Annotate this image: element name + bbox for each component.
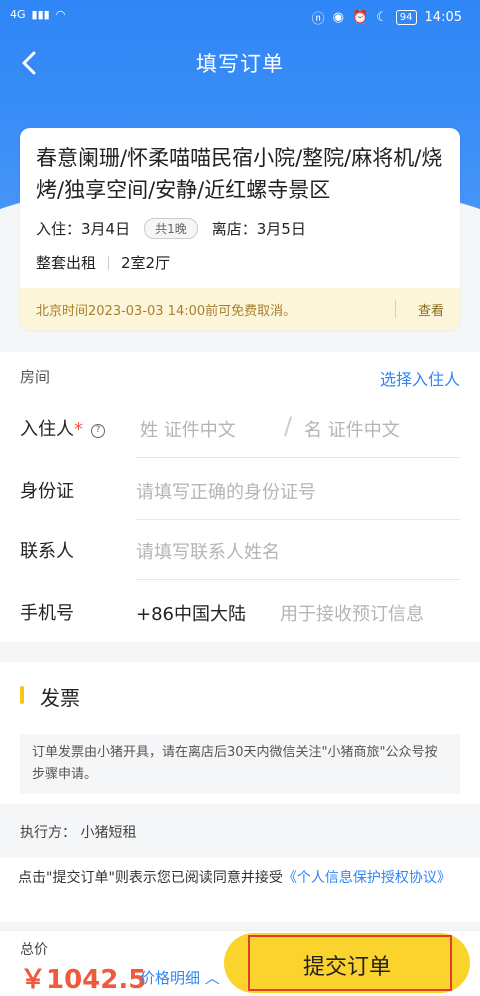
country-code-select[interactable]: +86中国大陆 xyxy=(136,600,246,626)
checkout-bar: 总价 ￥1042.5 价格明细 ︿ 提交订单 xyxy=(0,930,480,996)
navigation-bar: 填写订单 xyxy=(0,36,480,90)
contact-name-input[interactable]: 请填写联系人姓名 xyxy=(136,538,280,564)
signal-icon: ▮▮▮ xyxy=(31,8,50,21)
status-bar: 4G ▮▮▮ ◠ ⓝ ◉ ⏰ ☾ 94 14:05 xyxy=(0,0,480,36)
contact-row: 联系人 请填写联系人姓名 xyxy=(0,520,480,580)
total-price: ￥1042.5 xyxy=(20,965,147,995)
guest-row: 入住人*? 姓 证件中文 / 名 证件中文 xyxy=(0,398,480,458)
divider xyxy=(136,579,460,580)
divider xyxy=(395,300,396,318)
divider xyxy=(108,255,110,270)
guest-label: 入住人*? xyxy=(20,415,105,441)
view-policy-link[interactable]: 查看 xyxy=(418,300,444,319)
invoice-title: 发票 xyxy=(40,686,80,710)
guest-form: 房间 选择入住人 入住人*? 姓 证件中文 / 名 证件中文 身份证 请填写正确… xyxy=(0,352,480,642)
checkout-date: 离店：3月5日 xyxy=(211,220,306,238)
invoice-section: 发票 订单发票由小猪开具，请在离店后30天内微信关注"小猪商旅"公众号按步骤申请… xyxy=(0,662,480,804)
given-name-input[interactable]: 名 证件中文 xyxy=(304,416,400,442)
hotel-card: 春意阑珊/怀柔喵喵民宿小院/整院/麻将机/烧烤/独享空间/安静/近红螺寺景区 入… xyxy=(20,128,460,330)
agreement-text: 点击"提交订单"则表示您已阅读同意并接受《个人信息保护授权协议》 xyxy=(0,858,480,922)
checkin-date: 入住：3月4日 xyxy=(36,220,131,238)
choose-guest-link[interactable]: 选择入住人 xyxy=(380,366,460,390)
id-number-input[interactable]: 请填写正确的身份证号 xyxy=(136,478,316,504)
invoice-note: 订单发票由小猪开具，请在离店后30天内微信关注"小猪商旅"公众号按步骤申请。 xyxy=(20,734,460,794)
battery-icon: 94 xyxy=(395,10,417,25)
section-accent xyxy=(20,686,24,704)
name-divider: / xyxy=(284,412,293,440)
submit-label: 提交订单 xyxy=(302,955,391,980)
contact-label: 联系人 xyxy=(20,541,74,562)
phone-input[interactable]: 用于接收预订信息 xyxy=(280,600,424,626)
total-label: 总价 xyxy=(20,942,48,958)
page-title: 填写订单 xyxy=(196,52,284,76)
eye-icon: ◉ xyxy=(332,10,344,25)
alarm-icon: ⏰ xyxy=(351,10,369,25)
cancel-policy-text: 北京时间2023-03-03 14:00前可免费取消。 xyxy=(36,304,297,319)
room-info: 整套出租 2室2厅 xyxy=(36,252,170,273)
clock: 14:05 xyxy=(424,10,462,25)
cancel-policy-bar: 北京时间2023-03-03 14:00前可免费取消。 查看 xyxy=(20,288,460,330)
phone-row: 手机号 +86中国大陆 用于接收预订信息 xyxy=(0,582,480,642)
room-layout: 2室2厅 xyxy=(121,254,171,272)
executor-text: 执行方： 小猪短租 xyxy=(20,825,137,841)
required-mark: * xyxy=(74,419,83,440)
wifi-icon: ◠ xyxy=(55,8,66,21)
id-row: 身份证 请填写正确的身份证号 xyxy=(0,460,480,520)
help-icon[interactable]: ? xyxy=(91,424,105,438)
rent-type: 整套出租 xyxy=(36,254,97,272)
network-indicator: 4G xyxy=(10,8,26,21)
price-detail-toggle[interactable]: 价格明细 ︿ xyxy=(140,967,220,988)
moon-icon: ☾ xyxy=(376,10,388,25)
surname-input[interactable]: 姓 证件中文 xyxy=(140,416,236,442)
submit-order-button[interactable]: 提交订单 xyxy=(224,933,470,993)
stay-dates: 入住：3月4日 共1晚 离店：3月5日 xyxy=(36,218,306,239)
id-label: 身份证 xyxy=(20,481,74,502)
nfc-icon: ⓝ xyxy=(311,12,325,27)
phone-label: 手机号 xyxy=(20,603,74,624)
nights-badge: 共1晚 xyxy=(144,218,198,239)
privacy-agreement-link[interactable]: 《个人信息保护授权协议》 xyxy=(283,870,451,886)
hotel-name: 春意阑珊/怀柔喵喵民宿小院/整院/麻将机/烧烤/独享空间/安静/近红螺寺景区 xyxy=(36,146,443,202)
section-title: 房间 xyxy=(20,368,51,386)
divider xyxy=(136,457,460,458)
